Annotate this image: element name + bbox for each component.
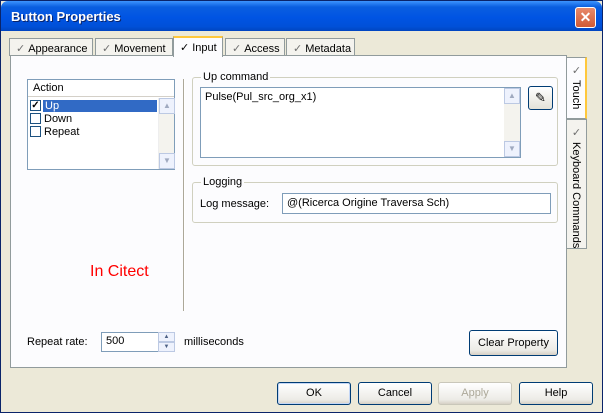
- tab-label: Access: [244, 43, 280, 55]
- action-item-down[interactable]: Down: [30, 113, 155, 126]
- up-command-input[interactable]: Pulse(Pul_src_org_x1) ▲ ▼: [200, 87, 521, 158]
- tab-access[interactable]: ✓ Access: [225, 38, 285, 56]
- repeat-rate-label: Repeat rate:: [27, 336, 88, 348]
- cancel-button[interactable]: Cancel: [358, 382, 432, 405]
- clear-property-button[interactable]: Clear Property: [469, 330, 558, 356]
- checkmark-icon: ✓: [232, 43, 242, 55]
- log-message-value: @(Ricerca Origine Traversa Sch): [287, 197, 450, 209]
- tab-label: Metadata: [305, 43, 352, 55]
- insert-function-button[interactable]: ✎: [528, 86, 553, 110]
- action-item-repeat[interactable]: Repeat: [30, 126, 155, 139]
- spin-up-icon[interactable]: ▲: [158, 332, 175, 342]
- vertical-divider: [183, 79, 185, 311]
- up-command-legend: Up command: [201, 71, 271, 83]
- side-tab-label: Keyboard Commands: [570, 142, 582, 249]
- milliseconds-label: milliseconds: [184, 336, 244, 348]
- spin-down-icon[interactable]: ▼: [158, 342, 175, 352]
- up-checkbox[interactable]: ✓: [30, 100, 41, 111]
- tab-label: Input: [192, 42, 217, 54]
- tab-touch[interactable]: ✓ Touch: [567, 57, 587, 119]
- checkmark-icon: ✓: [102, 43, 112, 55]
- checkmark-icon: ✓: [293, 43, 303, 55]
- side-tab-label: Touch: [570, 80, 582, 110]
- checkmark-icon: ✓: [16, 43, 26, 55]
- tab-keyboard-commands[interactable]: ✓ Keyboard Commands: [567, 119, 587, 249]
- close-icon: ✕: [579, 9, 592, 25]
- tab-label: Movement: [114, 43, 166, 55]
- list-item-label: Down: [44, 113, 73, 125]
- up-command-value: Pulse(Pul_src_org_x1): [205, 91, 317, 103]
- magic-wand-icon: ✎: [535, 90, 546, 105]
- ok-button[interactable]: OK: [277, 382, 351, 405]
- tab-label: Appearance: [28, 43, 88, 55]
- apply-button[interactable]: Apply: [438, 382, 512, 405]
- checkmark-icon: ✓: [570, 126, 582, 139]
- annotation-note: In Citect: [90, 263, 149, 280]
- action-list-scrollbar[interactable]: ▲ ▼: [158, 98, 175, 169]
- title-bar[interactable]: Button Properties ✕: [1, 1, 602, 31]
- down-checkbox[interactable]: [30, 113, 41, 124]
- log-message-input[interactable]: @(Ricerca Origine Traversa Sch): [282, 193, 551, 214]
- dialog-window: Button Properties ✕ ✓ Appearance ✓ Movemen…: [0, 0, 603, 413]
- repeat-rate-value: 500: [106, 335, 125, 347]
- tab-input[interactable]: ✓ Input: [173, 36, 223, 57]
- checkmark-icon: ✓: [570, 64, 582, 77]
- repeat-rate-spinner[interactable]: ▲ ▼: [158, 332, 175, 352]
- scroll-down-icon[interactable]: ▼: [159, 153, 175, 169]
- action-list[interactable]: Action ✓ Up Down Repeat ▲ ▼: [27, 79, 175, 170]
- logging-legend: Logging: [201, 176, 245, 188]
- log-message-label: Log message:: [200, 198, 270, 210]
- scroll-down-icon[interactable]: ▼: [504, 141, 520, 157]
- checkmark-icon: ✓: [180, 42, 190, 54]
- tab-appearance[interactable]: ✓ Appearance: [9, 38, 93, 56]
- window-title: Button Properties: [11, 9, 121, 24]
- action-item-up[interactable]: ✓ Up: [30, 100, 157, 113]
- scroll-up-icon[interactable]: ▲: [159, 98, 175, 114]
- repeat-checkbox[interactable]: [30, 126, 41, 137]
- tab-movement[interactable]: ✓ Movement: [95, 38, 173, 56]
- list-item-label: Repeat: [44, 126, 80, 138]
- repeat-rate-input[interactable]: 500: [101, 332, 159, 352]
- tab-metadata[interactable]: ✓ Metadata: [286, 38, 355, 56]
- list-item-label: Up: [43, 100, 157, 112]
- action-list-header: Action: [28, 80, 174, 97]
- close-button[interactable]: ✕: [575, 7, 596, 28]
- help-button[interactable]: Help: [519, 382, 593, 405]
- up-command-scrollbar[interactable]: ▲ ▼: [504, 88, 520, 157]
- scroll-up-icon[interactable]: ▲: [504, 88, 520, 104]
